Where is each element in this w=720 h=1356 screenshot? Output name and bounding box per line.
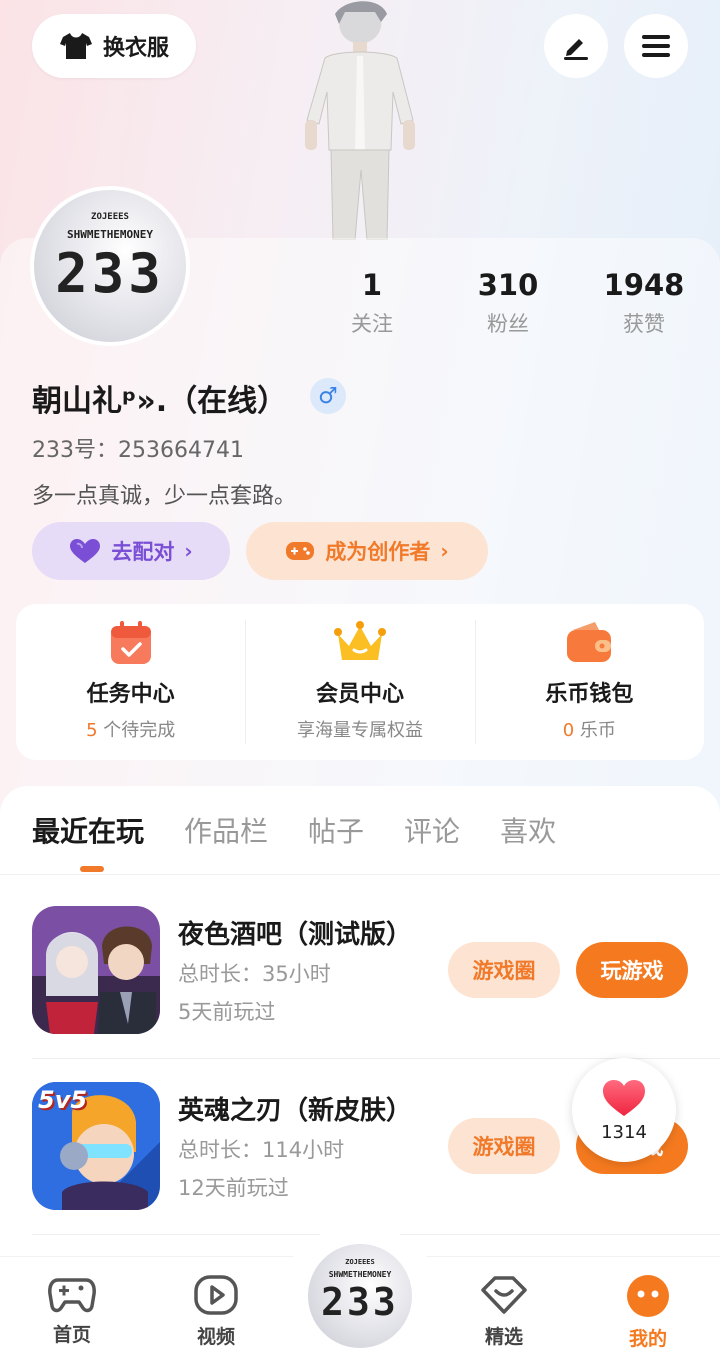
coin-wallet-title: 乐币钱包 bbox=[545, 682, 634, 707]
stat-following[interactable]: 1 关注 bbox=[312, 268, 432, 338]
avatar-3d-figure[interactable] bbox=[285, 0, 435, 240]
nav-video-label: 视频 bbox=[196, 1326, 235, 1348]
user-id: 233号：253664741 bbox=[32, 438, 244, 463]
avatar-caption-top: ZOJEEES bbox=[91, 212, 129, 222]
avatar-caption-top: ZOJEEES bbox=[345, 1258, 375, 1266]
game-duration: 总时长：35小时 bbox=[178, 962, 331, 986]
change-outfit-button[interactable]: 换衣服 bbox=[32, 14, 196, 78]
nav-mine[interactable]: 我的 bbox=[598, 1274, 698, 1351]
chevron-right-icon: › bbox=[440, 539, 449, 563]
chevron-right-icon: › bbox=[184, 539, 193, 563]
heart-icon bbox=[70, 539, 101, 563]
user-avatar[interactable]: ZOJEEES SHWMETHEMONEY 233 bbox=[30, 186, 190, 346]
crown-icon bbox=[333, 621, 386, 660]
heart-icon bbox=[603, 1079, 645, 1116]
game-icon-soul-blade[interactable]: 5v5 bbox=[32, 1082, 160, 1210]
wallet-icon bbox=[567, 622, 612, 662]
tab-active-indicator bbox=[80, 866, 104, 872]
stat-likes[interactable]: 1948 获赞 bbox=[584, 268, 704, 338]
task-center[interactable]: 任务中心 5 个待完成 bbox=[16, 604, 245, 760]
tab-recently-played[interactable]: 最近在玩 bbox=[32, 810, 144, 850]
game-last-played: 12天前玩过 bbox=[178, 1176, 289, 1200]
become-creator-button[interactable]: 成为创作者 › bbox=[246, 522, 488, 580]
creator-label: 成为创作者 bbox=[325, 540, 431, 564]
vip-center[interactable]: 会员中心 享海量专属权益 bbox=[245, 604, 474, 760]
tshirt-icon bbox=[59, 33, 92, 59]
game-title: 英魂之刃（新皮肤） bbox=[178, 1096, 413, 1126]
task-center-title: 任务中心 bbox=[86, 682, 175, 707]
stat-followers[interactable]: 310 粉丝 bbox=[448, 268, 568, 338]
nav-mine-label: 我的 bbox=[628, 1328, 667, 1350]
profile-face-icon bbox=[627, 1275, 669, 1317]
change-outfit-label: 换衣服 bbox=[102, 36, 169, 61]
edit-profile-button[interactable] bbox=[544, 14, 608, 78]
nav-home[interactable]: 首页 bbox=[22, 1274, 122, 1347]
pencil-icon bbox=[564, 39, 588, 60]
stat-followers-label: 粉丝 bbox=[487, 312, 529, 336]
match-label: 去配对 bbox=[111, 540, 175, 564]
nav-home-label: 首页 bbox=[52, 1324, 91, 1346]
tab-comments[interactable]: 评论 bbox=[404, 810, 460, 850]
stat-following-count: 1 bbox=[361, 268, 383, 302]
profile-tabs: 最近在玩 作品栏 帖子 评论 喜欢 bbox=[32, 810, 556, 850]
stat-likes-count: 1948 bbox=[603, 268, 685, 302]
like-count: 1314 bbox=[601, 1121, 647, 1143]
avatar-caption-big: 233 bbox=[55, 242, 165, 305]
hamburger-icon bbox=[642, 35, 670, 57]
nav-center-avatar[interactable]: ZOJEEES SHWMETHEMONEY 233 bbox=[304, 1240, 416, 1352]
avatar-caption-big: 233 bbox=[321, 1280, 399, 1324]
game-title: 夜色酒吧（测试版） bbox=[178, 920, 413, 950]
match-button[interactable]: 去配对 › bbox=[32, 522, 230, 580]
nav-featured-label: 精选 bbox=[484, 1326, 523, 1348]
game-last-played: 5天前玩过 bbox=[178, 1000, 276, 1024]
coin-wallet[interactable]: 乐币钱包 0 乐币 bbox=[474, 604, 704, 760]
game-icon-badge: 5v5 bbox=[38, 1086, 88, 1114]
nav-video[interactable]: 视频 bbox=[166, 1274, 266, 1349]
calendar-check-icon bbox=[110, 621, 151, 664]
services-panel: 任务中心 5 个待完成 会员中心 享海量专属权益 乐币钱包 0 乐币 bbox=[16, 604, 704, 760]
coin-wallet-subtitle: 0 乐币 bbox=[562, 720, 616, 741]
stat-followers-count: 310 bbox=[477, 268, 539, 302]
user-bio: 多一点真诚，少一点套路。 bbox=[32, 484, 297, 509]
vip-center-subtitle: 享海量专属权益 bbox=[296, 720, 423, 741]
user-nickname: 朝山礼ᵖ».（在线） bbox=[32, 384, 288, 419]
tab-likes[interactable]: 喜欢 bbox=[500, 810, 556, 850]
game-duration: 总时长：114小时 bbox=[178, 1138, 345, 1162]
play-game-button[interactable]: 玩游戏 bbox=[576, 942, 688, 998]
vip-center-title: 会员中心 bbox=[315, 682, 404, 707]
stat-following-label: 关注 bbox=[351, 312, 393, 336]
like-float-button[interactable]: 1314 bbox=[572, 1058, 676, 1162]
gender-male-icon: ♂ bbox=[310, 378, 346, 414]
game-icon-night-bar[interactable] bbox=[32, 906, 160, 1034]
game-circle-button[interactable]: 游戏圈 bbox=[448, 1118, 560, 1174]
game-item[interactable]: 夜色酒吧（测试版） 总时长：35小时 5天前玩过 游戏圈 玩游戏 bbox=[32, 906, 720, 1036]
game-circle-button[interactable]: 游戏圈 bbox=[448, 942, 560, 998]
task-center-subtitle: 5 个待完成 bbox=[86, 720, 176, 741]
play-video-icon bbox=[194, 1275, 238, 1315]
heart-diamond-icon bbox=[481, 1276, 527, 1314]
stat-likes-label: 获赞 bbox=[623, 312, 665, 336]
gamepad-outline-icon bbox=[48, 1278, 96, 1313]
avatar-caption-mid: SHWMETHEMONEY bbox=[328, 1270, 392, 1279]
avatar-caption-mid: SHWMETHEMONEY bbox=[66, 228, 154, 241]
tab-works[interactable]: 作品栏 bbox=[184, 810, 268, 850]
nav-featured[interactable]: 精选 bbox=[454, 1274, 554, 1349]
menu-button[interactable] bbox=[624, 14, 688, 78]
tab-posts[interactable]: 帖子 bbox=[308, 810, 364, 850]
gamepad-icon bbox=[286, 542, 315, 560]
tabs-divider bbox=[0, 874, 720, 875]
